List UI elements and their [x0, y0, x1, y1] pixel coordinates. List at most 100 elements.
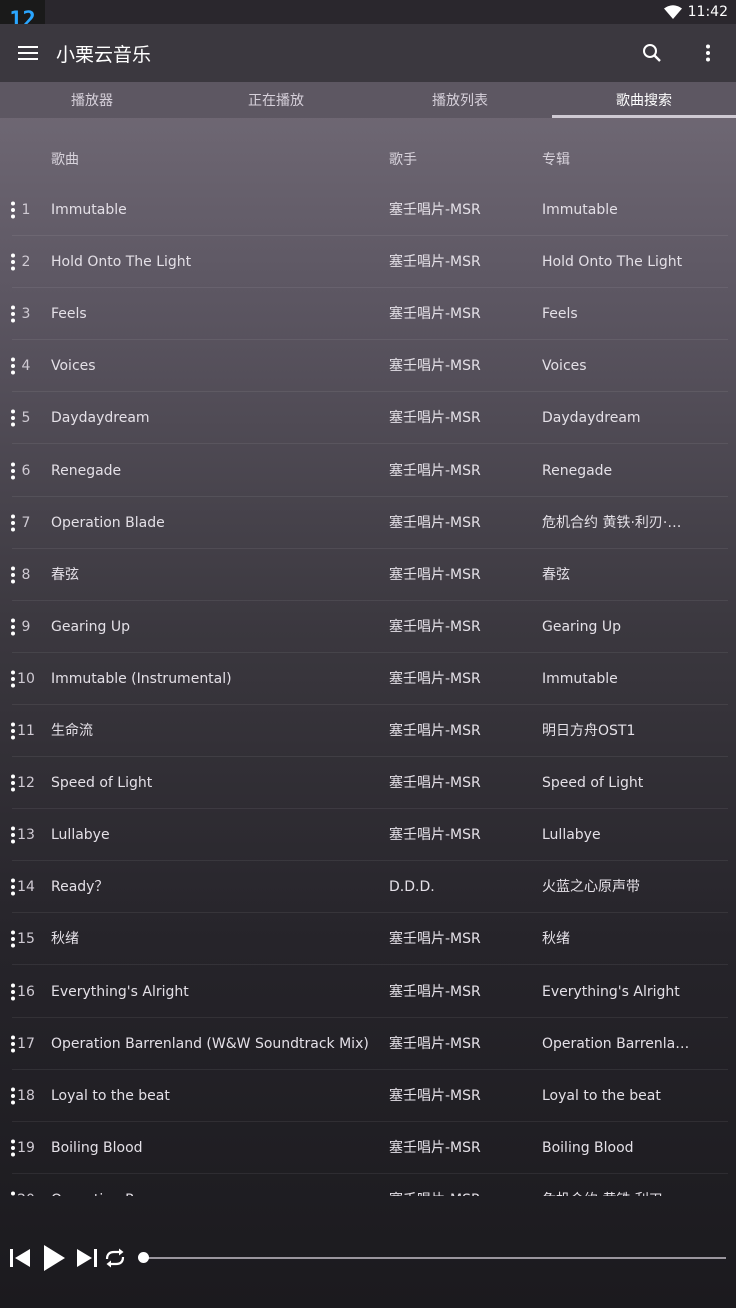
song-title: Speed of Light	[51, 775, 153, 792]
song-title: Hold Onto The Light	[51, 254, 192, 271]
song-artist: 塞壬唱片-MSR	[389, 514, 481, 531]
song-album: Loyal to the beat	[542, 1087, 661, 1104]
more-vertical-icon	[706, 44, 710, 62]
song-artist: 塞壬唱片-MSR	[389, 1087, 481, 1104]
song-row[interactable]: 16 Everything's Alright 塞壬唱片-MSR Everything…	[0, 966, 736, 1018]
skip-previous-icon	[10, 1249, 30, 1267]
song-row[interactable]: 6 Renegade 塞壬唱片-MSR Renegade	[0, 445, 736, 497]
song-row[interactable]: 12 Speed of Light 塞壬唱片-MSR Speed of Light	[0, 757, 736, 810]
song-artist: 塞壬唱片-MSR	[389, 566, 481, 583]
song-row[interactable]: 5 Daydaydream 塞壬唱片-MSR Daydaydream	[0, 392, 736, 445]
tab-playlist[interactable]: 播放列表	[368, 82, 552, 118]
seek-thumb[interactable]	[138, 1252, 149, 1263]
song-row[interactable]: 17 Operation Barrenland (W&W Soundtrack M…	[0, 1018, 736, 1070]
song-row[interactable]: 14 Ready？ D.D.D. 火蓝之心原声带	[0, 861, 736, 914]
previous-button[interactable]	[8, 1238, 32, 1278]
player-controls	[0, 1230, 736, 1286]
song-artist: 塞壬唱片-MSR	[389, 931, 481, 948]
song-artist: D.D.D.	[389, 879, 435, 896]
song-row[interactable]: 8 春弦 塞壬唱片-MSR 春弦	[0, 549, 736, 601]
song-row[interactable]: 2 Hold Onto The Light 塞壬唱片-MSR Hold Onto Th…	[0, 236, 736, 289]
song-row[interactable]: 3 Feels 塞壬唱片-MSR Feels	[0, 288, 736, 341]
song-number: 20	[12, 1174, 40, 1196]
song-title: Feels	[51, 306, 87, 323]
song-number: 17	[17, 1035, 35, 1052]
song-album: Operation Barrenland (…	[542, 1035, 694, 1052]
song-album: 秋绪	[542, 931, 570, 948]
song-number: 9	[21, 618, 31, 635]
song-title: Everything's Alright	[51, 983, 189, 1000]
song-row[interactable]: 11 生命流 塞壬唱片-MSR 明日方舟OST1	[0, 705, 736, 757]
status-time: 11:42	[687, 4, 728, 20]
song-list[interactable]: 1 Immutable 塞壬唱片-MSR Immutable 2 Hold Onto Th…	[0, 184, 736, 1196]
overflow-menu-button[interactable]	[680, 24, 736, 82]
tab-song-search[interactable]: 歌曲搜索	[552, 82, 736, 118]
song-title: Renegade	[51, 462, 122, 479]
song-album: Everything's Alright	[542, 983, 680, 1000]
search-button[interactable]	[624, 24, 680, 82]
song-number: 15	[17, 931, 35, 948]
column-header-artist: 歌手	[389, 152, 417, 168]
song-number: 19	[17, 1139, 35, 1156]
menu-button[interactable]	[0, 24, 56, 82]
song-album: 春弦	[542, 566, 570, 583]
song-album: 危机合约 黄铁·利刃·燃…	[542, 1174, 694, 1196]
tab-player[interactable]: 播放器	[0, 82, 184, 118]
song-artist: 塞壬唱片-MSR	[389, 827, 481, 844]
song-title: Boiling Blood	[51, 1139, 143, 1156]
song-album: Boiling Blood	[542, 1139, 634, 1156]
song-artist: 塞壬唱片-MSR	[389, 618, 481, 635]
song-album: 火蓝之心原声带	[542, 879, 640, 896]
song-album: Immutable	[542, 670, 618, 687]
song-album: Renegade	[542, 462, 613, 479]
song-album: Immutable	[542, 202, 618, 218]
repeat-icon	[105, 1248, 125, 1268]
song-artist: 塞壬唱片-MSR	[389, 410, 481, 427]
play-icon	[44, 1245, 65, 1271]
song-artist: 塞壬唱片-MSR	[389, 723, 481, 739]
song-title: Operation Barrenland (W&W Soundtrack Mix…	[51, 1035, 369, 1052]
song-title: Lullabye	[51, 827, 110, 844]
tab-now-playing[interactable]: 正在播放	[184, 82, 368, 118]
song-album: Gearing Up	[542, 618, 622, 635]
song-number: 8	[21, 566, 31, 583]
song-number: 5	[21, 410, 31, 427]
seek-bar[interactable]	[143, 1257, 726, 1259]
hamburger-menu-icon	[18, 46, 38, 60]
song-artist: 塞壬唱片-MSR	[389, 306, 481, 323]
song-title: Operation Blade	[51, 514, 165, 531]
song-album: Lullabye	[542, 827, 601, 844]
song-title: Immutable	[51, 202, 127, 218]
song-artist: 塞壬唱片-MSR	[389, 1035, 481, 1052]
song-row[interactable]: 7 Operation Blade 塞壬唱片-MSR 危机合约 黄铁·利刃·燃…	[0, 497, 736, 549]
play-button[interactable]	[42, 1238, 66, 1278]
song-number: 6	[21, 462, 31, 479]
song-row[interactable]: 13 Lullabye 塞壬唱片-MSR Lullabye	[0, 809, 736, 862]
song-number: 18	[17, 1087, 35, 1104]
next-button[interactable]	[76, 1238, 98, 1278]
song-row[interactable]: 1 Immutable 塞壬唱片-MSR Immutable	[0, 184, 736, 236]
song-title: Voices	[51, 358, 96, 375]
repeat-button[interactable]	[102, 1238, 128, 1278]
song-number: 16	[17, 983, 35, 1000]
song-artist: 塞壬唱片-MSR	[389, 670, 481, 687]
song-artist: 塞壬唱片-MSR	[389, 254, 481, 271]
song-row[interactable]: 10 Immutable (Instrumental) 塞壬唱片-MSR Immuta…	[0, 653, 736, 705]
song-artist: 塞壬唱片-MSR	[389, 1174, 529, 1196]
song-album: Daydaydream	[542, 410, 641, 427]
song-row[interactable]: 4 Voices 塞壬唱片-MSR Voices	[0, 340, 736, 393]
tab-bar: 播放器 正在播放 播放列表 歌曲搜索	[0, 82, 736, 118]
toolbar: 小栗云音乐	[0, 24, 736, 82]
song-row[interactable]: 20 Operation Pr… 塞壬唱片-MSR 危机合约 黄铁·利刃·燃…	[0, 1174, 736, 1196]
app-title: 小栗云音乐	[56, 43, 152, 66]
song-row[interactable]: 9 Gearing Up 塞壬唱片-MSR Gearing Up	[0, 601, 736, 653]
song-number: 2	[21, 254, 31, 271]
song-number: 10	[17, 670, 35, 687]
song-row[interactable]: 15 秋绪 塞壬唱片-MSR 秋绪	[0, 913, 736, 966]
song-row[interactable]: 18 Loyal to the beat 塞壬唱片-MSR Loyal to the …	[0, 1070, 736, 1122]
song-title: Gearing Up	[51, 618, 131, 635]
status-bar: 11:42	[0, 0, 736, 24]
song-number: 3	[21, 306, 31, 323]
song-row[interactable]: 19 Boiling Blood 塞壬唱片-MSR Boiling Blood	[0, 1122, 736, 1174]
song-title: Loyal to the beat	[51, 1087, 170, 1104]
